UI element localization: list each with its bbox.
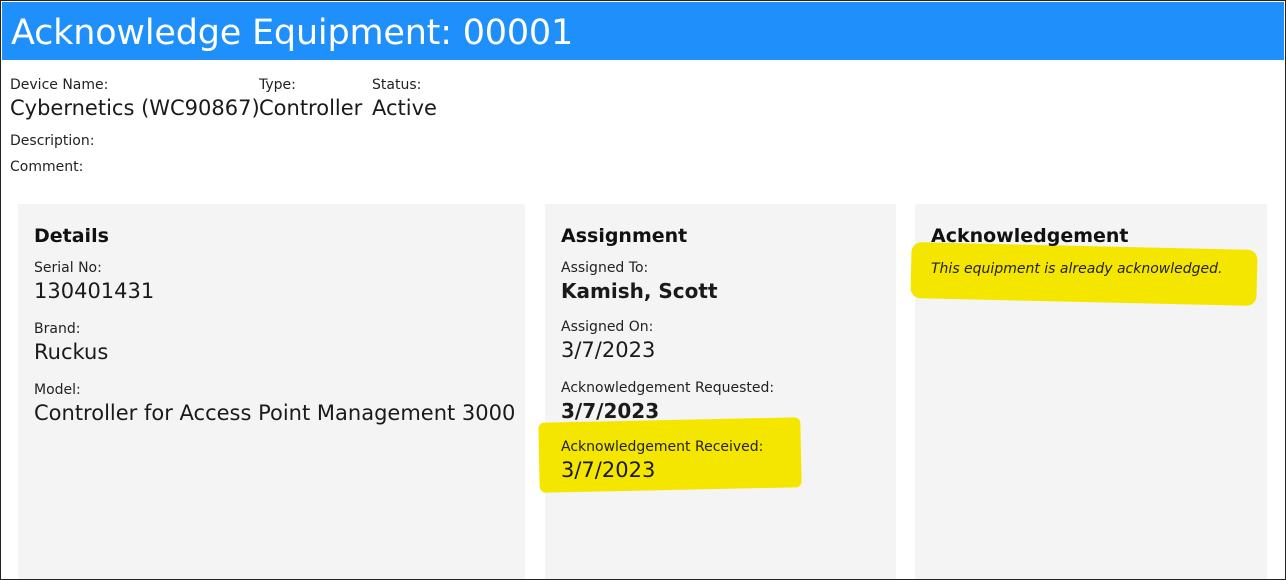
device-type-label: Type: (259, 77, 296, 93)
page-header: Acknowledge Equipment: 00001 (2, 2, 1284, 60)
assignment-card: Assignment Assigned To: Kamish, Scott As… (538, 204, 896, 579)
ack-requested-label: Acknowledgement Requested: (561, 380, 775, 396)
assigned-to-value: Kamish, Scott (561, 279, 718, 303)
model-field: Model: Controller for Access Point Manag… (34, 381, 515, 427)
assigned-on-value: 3/7/2023 (561, 338, 656, 362)
assigned-on-field: Assigned On: 3/7/2023 (561, 318, 655, 364)
assigned-to-label: Assigned To: (561, 260, 649, 276)
ack-received-field: Acknowledgement Received: 3/7/2023 (561, 438, 763, 484)
serial-label: Serial No: (34, 260, 102, 276)
comment-label: Comment: (10, 159, 84, 175)
app-window: Acknowledge Equipment: 00001 Device Name… (0, 0, 1286, 580)
device-name-value: Cybernetics (WC90867) (10, 96, 260, 120)
details-title: Details (34, 225, 109, 247)
page-title: Acknowledge Equipment: 00001 (11, 13, 574, 53)
assigned-to-field: Assigned To: Kamish, Scott (561, 259, 718, 305)
assigned-on-label: Assigned On: (561, 319, 654, 335)
ack-received-value: 3/7/2023 (561, 458, 656, 482)
device-status-label: Status: (372, 77, 422, 93)
brand-field: Brand: Ruckus (34, 320, 108, 366)
brand-label: Brand: (34, 321, 81, 337)
device-type-field: Type: Controller (259, 76, 362, 122)
serial-field: Serial No: 130401431 (34, 259, 154, 305)
assignment-title: Assignment (561, 225, 688, 247)
serial-value: 130401431 (34, 279, 155, 303)
acknowledgement-title: Acknowledgement (931, 225, 1129, 247)
ack-requested-value: 3/7/2023 (561, 399, 660, 423)
device-name-field: Device Name: Cybernetics (WC90867) (10, 76, 260, 122)
ack-received-label: Acknowledgement Received: (561, 439, 764, 455)
model-value: Controller for Access Point Management 3… (34, 401, 516, 425)
description-label: Description: (10, 133, 95, 149)
brand-value: Ruckus (34, 340, 109, 364)
details-card: Details Serial No: 130401431 Brand: Ruck… (18, 204, 525, 579)
acknowledged-message: This equipment is already acknowledged. (931, 261, 1223, 277)
acknowledgement-card: Acknowledgement This equipment is alread… (910, 204, 1267, 579)
ack-requested-field: Acknowledgement Requested: 3/7/2023 (561, 379, 774, 425)
device-type-value: Controller (259, 96, 363, 120)
device-status-field: Status: Active (372, 76, 437, 122)
device-name-label: Device Name: (10, 77, 109, 93)
model-label: Model: (34, 382, 81, 398)
device-status-value: Active (372, 96, 437, 120)
